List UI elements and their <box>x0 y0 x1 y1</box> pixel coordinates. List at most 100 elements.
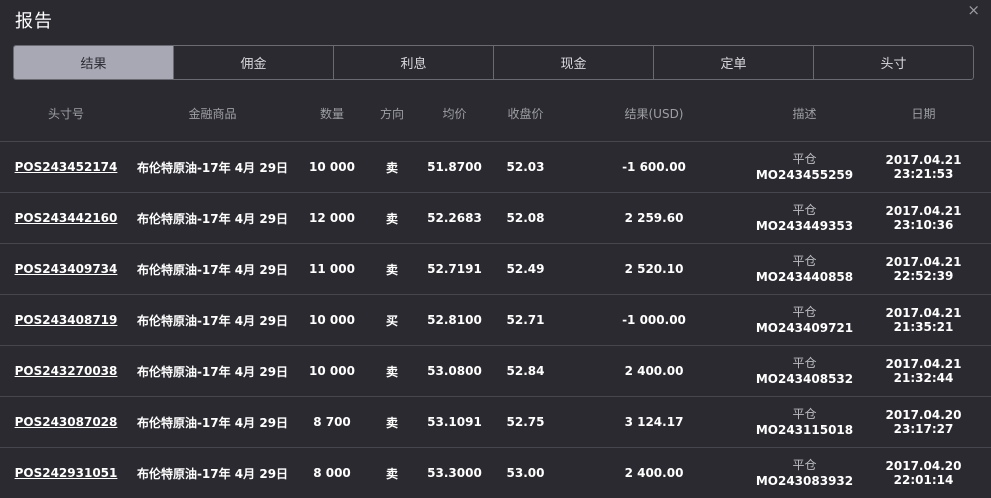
instrument-cell: 布伦特原油-17年 4月 29日 <box>136 466 289 481</box>
tab-cash[interactable]: 现金 <box>493 46 653 79</box>
description-cell: 平仓 MO243455259 <box>753 151 856 183</box>
quantity-cell: 8 700 <box>313 415 351 429</box>
avg-price-cell: 52.2683 <box>427 211 482 225</box>
description-cell: 平仓 MO243408532 <box>753 355 856 387</box>
direction-cell: 买 <box>385 313 398 328</box>
close-price-cell: 52.08 <box>506 211 545 225</box>
table-header: 头寸号 金融商品 数量 方向 均价 收盘价 结果(USD) 描述 日期 <box>0 96 991 130</box>
direction-cell: 卖 <box>385 160 398 175</box>
description-order-id: MO243115018 <box>755 423 854 437</box>
date-cell: 2017.04.20 23:17:27 <box>885 408 962 436</box>
description-type: 平仓 <box>792 203 817 217</box>
col-instrument: 金融商品 <box>188 106 237 121</box>
description-cell: 平仓 MO243115018 <box>753 406 856 438</box>
description-cell: 平仓 MO243409721 <box>753 304 856 336</box>
position-link[interactable]: POS242931051 <box>0 466 132 480</box>
date-cell: 2017.04.21 21:35:21 <box>885 306 962 334</box>
table-row: POS243087028 布伦特原油-17年 4月 29日 8 700 卖 53… <box>0 396 991 447</box>
table-row: POS243270038 布伦特原油-17年 4月 29日 10 000 卖 5… <box>0 345 991 396</box>
result-cell: 2 400.00 <box>624 466 684 480</box>
description-cell: 平仓 MO243449353 <box>753 202 856 234</box>
tab-interest[interactable]: 利息 <box>333 46 493 79</box>
result-cell: 2 259.60 <box>624 211 684 225</box>
instrument-cell: 布伦特原油-17年 4月 29日 <box>136 415 289 430</box>
col-avg-price: 均价 <box>442 106 467 121</box>
description-order-id: MO243440858 <box>755 270 854 284</box>
quantity-cell: 8 000 <box>313 466 351 480</box>
instrument-cell: 布伦特原油-17年 4月 29日 <box>136 160 289 175</box>
result-cell: 2 520.10 <box>624 262 684 276</box>
direction-cell: 卖 <box>385 262 398 277</box>
avg-price-cell: 53.1091 <box>427 415 482 429</box>
quantity-cell: 12 000 <box>309 211 355 225</box>
instrument-cell: 布伦特原油-17年 4月 29日 <box>136 262 289 277</box>
description-type: 平仓 <box>792 254 817 268</box>
col-position-id: 头寸号 <box>47 106 84 121</box>
tab-positions[interactable]: 头寸 <box>813 46 973 79</box>
quantity-cell: 11 000 <box>309 262 355 276</box>
avg-price-cell: 52.8100 <box>427 313 482 327</box>
direction-cell: 卖 <box>385 211 398 226</box>
avg-price-cell: 53.0800 <box>427 364 482 378</box>
col-quantity: 数量 <box>319 106 344 121</box>
direction-cell: 卖 <box>385 364 398 379</box>
description-order-id: MO243408532 <box>755 372 854 386</box>
close-price-cell: 53.00 <box>506 466 545 480</box>
date-cell: 2017.04.21 22:52:39 <box>885 255 962 283</box>
col-description: 描述 <box>792 106 817 121</box>
table-row: POS242931051 布伦特原油-17年 4月 29日 8 000 卖 53… <box>0 447 991 498</box>
position-link[interactable]: POS243270038 <box>0 364 132 378</box>
avg-price-cell: 51.8700 <box>427 160 482 174</box>
instrument-cell: 布伦特原油-17年 4月 29日 <box>136 313 289 328</box>
description-order-id: MO243083932 <box>755 474 854 488</box>
description-cell: 平仓 MO243083932 <box>753 457 856 489</box>
table-row: POS243452174 布伦特原油-17年 4月 29日 10 000 卖 5… <box>0 141 991 192</box>
col-direction: 方向 <box>379 106 404 121</box>
description-order-id: MO243455259 <box>755 168 854 182</box>
tab-results[interactable]: 结果 <box>14 46 173 79</box>
description-type: 平仓 <box>792 458 817 472</box>
tab-commission[interactable]: 佣金 <box>173 46 333 79</box>
description-type: 平仓 <box>792 152 817 166</box>
direction-cell: 卖 <box>385 466 398 481</box>
report-tabs: 结果 佣金 利息 现金 定单 头寸 <box>13 45 974 80</box>
position-link[interactable]: POS243409734 <box>0 262 132 276</box>
description-order-id: MO243449353 <box>755 219 854 233</box>
avg-price-cell: 52.7191 <box>427 262 482 276</box>
instrument-cell: 布伦特原油-17年 4月 29日 <box>136 211 289 226</box>
result-cell: 3 124.17 <box>624 415 684 429</box>
direction-cell: 卖 <box>385 415 398 430</box>
tab-orders[interactable]: 定单 <box>653 46 813 79</box>
table-row: POS243442160 布伦特原油-17年 4月 29日 12 000 卖 5… <box>0 192 991 243</box>
close-price-cell: 52.03 <box>506 160 545 174</box>
date-cell: 2017.04.21 23:21:53 <box>885 153 962 181</box>
table-body: POS243452174 布伦特原油-17年 4月 29日 10 000 卖 5… <box>0 141 991 498</box>
description-type: 平仓 <box>792 356 817 370</box>
avg-price-cell: 53.3000 <box>427 466 482 480</box>
table-row: POS243408719 布伦特原油-17年 4月 29日 10 000 买 5… <box>0 294 991 345</box>
close-price-cell: 52.84 <box>506 364 545 378</box>
result-cell: 2 400.00 <box>624 364 684 378</box>
position-link[interactable]: POS243452174 <box>0 160 132 174</box>
close-price-cell: 52.75 <box>506 415 545 429</box>
description-order-id: MO243409721 <box>755 321 854 335</box>
col-close-price: 收盘价 <box>507 106 544 121</box>
close-icon[interactable]: × <box>967 1 980 19</box>
quantity-cell: 10 000 <box>309 313 355 327</box>
description-type: 平仓 <box>792 305 817 319</box>
dialog-title: 报告 <box>15 11 53 32</box>
description-cell: 平仓 MO243440858 <box>753 253 856 285</box>
date-cell: 2017.04.21 21:32:44 <box>885 357 962 385</box>
result-cell: -1 600.00 <box>622 160 686 174</box>
quantity-cell: 10 000 <box>309 160 355 174</box>
col-result: 结果(USD) <box>624 106 684 121</box>
date-cell: 2017.04.21 23:10:36 <box>885 204 962 232</box>
position-link[interactable]: POS243087028 <box>0 415 132 429</box>
quantity-cell: 10 000 <box>309 364 355 378</box>
description-type: 平仓 <box>792 407 817 421</box>
position-link[interactable]: POS243408719 <box>0 313 132 327</box>
close-price-cell: 52.49 <box>506 262 545 276</box>
date-cell: 2017.04.20 22:01:14 <box>885 459 962 487</box>
position-link[interactable]: POS243442160 <box>0 211 132 225</box>
col-date: 日期 <box>911 106 936 121</box>
